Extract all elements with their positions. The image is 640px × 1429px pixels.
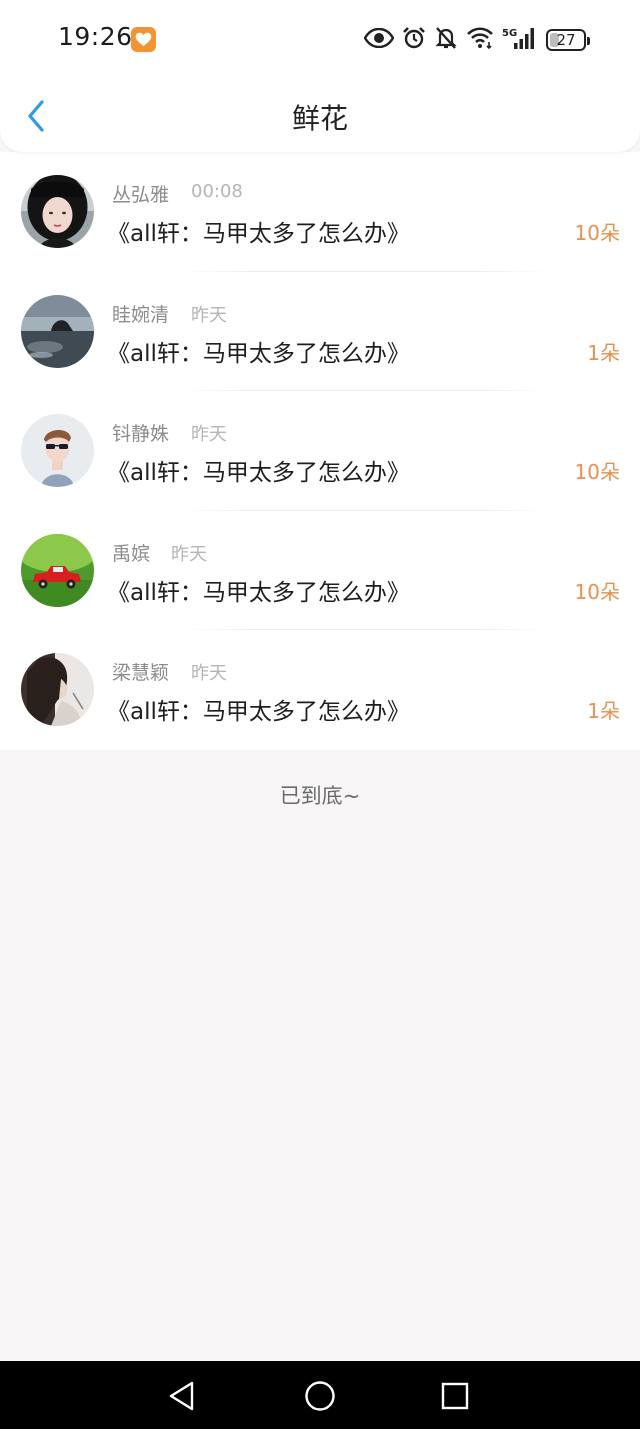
- back-triangle-icon: [169, 1381, 194, 1411]
- avatar[interactable]: [21, 294, 94, 368]
- avatar[interactable]: [21, 653, 94, 727]
- list-item[interactable]: 梁慧颖 昨天 《all轩：马甲太多了怎么办》 1朵: [0, 630, 640, 750]
- book-title[interactable]: 《all轩：马甲太多了怎么办》: [107, 334, 410, 368]
- list-item[interactable]: 钭静姝 昨天 《all轩：马甲太多了怎么办》 10朵: [0, 391, 640, 511]
- timestamp: 昨天: [191, 304, 227, 326]
- timestamp: 昨天: [191, 424, 227, 446]
- flower-count: 10朵: [574, 579, 620, 604]
- bell-off-icon: [434, 26, 458, 54]
- user-name: 钭静姝: [112, 423, 170, 446]
- battery-icon: 27: [546, 29, 590, 51]
- status-time: 19:26: [58, 22, 133, 51]
- timestamp: 00:08: [191, 181, 243, 202]
- home-circle-icon: [305, 1381, 335, 1411]
- avatar[interactable]: [21, 414, 94, 488]
- timestamp: 昨天: [171, 543, 207, 565]
- battery-level: 27: [556, 30, 576, 49]
- header: 19:26 5G 27 鲜花: [0, 0, 640, 152]
- end-of-list-text: 已到底~: [279, 784, 361, 808]
- avatar[interactable]: [21, 175, 94, 248]
- user-name: 梁慧颖: [112, 662, 170, 685]
- flower-count: 10朵: [574, 221, 620, 245]
- heart-badge-icon: [131, 27, 156, 52]
- system-nav-bar: [0, 1361, 640, 1429]
- page-title: 鲜花: [291, 102, 348, 135]
- user-name: 眭婉清: [112, 303, 170, 326]
- svg-text:5G: 5G: [502, 28, 517, 39]
- title-bar: 鲜花: [0, 80, 640, 152]
- list-item[interactable]: 禹嫔 昨天 《all轩：马甲太多了怎么办》 10朵: [0, 511, 640, 631]
- avatar[interactable]: [21, 533, 94, 607]
- user-name: 丛弘雅: [112, 184, 170, 206]
- flower-count: 1朵: [587, 699, 620, 724]
- book-title[interactable]: 《all轩：马甲太多了怎么办》: [107, 214, 410, 248]
- signal-5g-icon: 5G: [502, 26, 536, 54]
- flower-count: 1朵: [587, 340, 620, 365]
- status-bar: 19:26 5G 27: [0, 0, 640, 80]
- flower-count: 10朵: [574, 460, 620, 485]
- recents-square-icon: [441, 1382, 469, 1410]
- wifi-icon: [466, 27, 494, 53]
- eye-icon: [363, 27, 395, 52]
- list-item[interactable]: 丛弘雅 00:08 《all轩：马甲太多了怎么办》 10朵: [0, 152, 640, 272]
- user-name: 禹嫔: [112, 542, 151, 565]
- alarm-icon: [402, 26, 426, 54]
- nav-home-button[interactable]: [302, 1378, 338, 1414]
- list-item[interactable]: 眭婉清 昨天 《all轩：马甲太多了怎么办》 1朵: [0, 272, 640, 392]
- flower-list: 丛弘雅 00:08 《all轩：马甲太多了怎么办》 10朵 眭婉清 昨天 《al…: [0, 152, 640, 750]
- book-title[interactable]: 《all轩：马甲太多了怎么办》: [107, 573, 410, 607]
- nav-recents-button[interactable]: [437, 1378, 473, 1414]
- timestamp: 昨天: [191, 663, 227, 685]
- nav-back-button[interactable]: [164, 1378, 200, 1414]
- book-title[interactable]: 《all轩：马甲太多了怎么办》: [107, 453, 410, 487]
- status-icons: 5G 27: [363, 24, 590, 56]
- book-title[interactable]: 《all轩：马甲太多了怎么办》: [107, 692, 410, 726]
